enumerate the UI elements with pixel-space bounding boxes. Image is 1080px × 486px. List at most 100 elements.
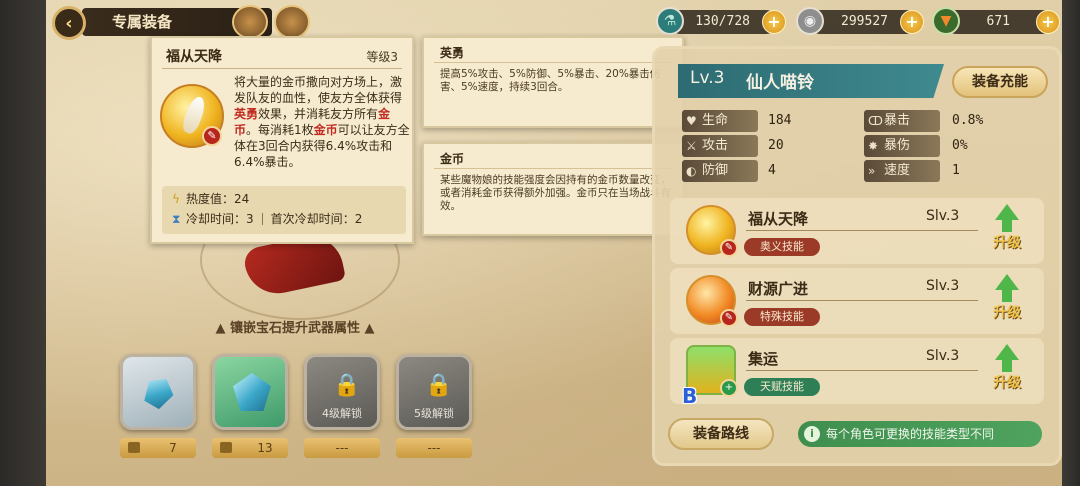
plus-badge-icon: + — [720, 379, 738, 397]
cooldown-label: 冷却时间 — [186, 212, 235, 226]
equipment-route-button[interactable]: 装备路线 — [668, 418, 774, 450]
attr-speed-value: 1 — [952, 163, 960, 178]
lock-icon: 🔒 — [333, 373, 361, 398]
ultimate-badge-icon: ✎ — [202, 126, 222, 146]
attr-crit-label: ↀ 暴击 — [864, 110, 940, 132]
divider — [746, 300, 978, 301]
back-button[interactable]: ‹ — [52, 6, 86, 40]
gem-count-value: --- — [427, 441, 441, 455]
cooldown-value: 3 — [246, 212, 254, 226]
colon: ： — [222, 192, 235, 206]
gem-count-value: 7 — [169, 441, 177, 455]
sword-icon: ⚔ — [686, 139, 697, 153]
upgrade-skill-button[interactable]: 升级 — [982, 204, 1032, 260]
hero-level: Lv.3 — [690, 68, 725, 88]
up-arrow-stem — [1002, 360, 1012, 372]
gem-count-2: 13 — [212, 438, 288, 458]
attr-label-text: 速度 — [884, 163, 911, 178]
upgrade-label: 升级 — [993, 305, 1021, 321]
first-cooldown-label: 首次冷却时间 — [270, 212, 343, 226]
crit-damage-icon: ✸ — [868, 139, 879, 153]
speed-icon: » — [868, 164, 876, 178]
gem-slot-3[interactable]: 🔒 4级解锁 — [304, 354, 380, 430]
skill-gold-feather-icon: ✎ — [160, 84, 224, 148]
keyword-gold[interactable]: 金币 — [314, 123, 338, 137]
add-silver-button[interactable]: + — [900, 10, 924, 34]
tip-text: 每个角色可更换的技能类型不同 — [826, 427, 995, 441]
up-arrow-icon — [995, 204, 1019, 220]
upgrade-skill-button[interactable]: 升级 — [982, 344, 1032, 400]
back-arrow-icon: ‹ — [65, 12, 73, 34]
keyword-text: 提高5%攻击、5%防御、5%暴击、20%暴击伤害、5%速度，持续3回合。 — [440, 68, 661, 93]
divider — [434, 62, 672, 63]
attr-def-value: 4 — [768, 163, 776, 178]
special-badge-icon: ✎ — [720, 309, 738, 327]
keyword-text: 某些魔物娘的技能强度会因持有的金币数量改变，或者消耗金币获得额外加强。金币只在当… — [440, 174, 671, 212]
upgrade-skill-button[interactable]: 升级 — [982, 274, 1032, 330]
heat-value: 24 — [234, 192, 250, 206]
equipment-charge-button[interactable]: 装备充能 — [952, 66, 1048, 98]
keyword-title: 英勇 — [440, 46, 465, 60]
divider — [434, 168, 672, 169]
skill-row-2[interactable]: ✎ 财源广进 Slv.3 特殊技能 升级 — [670, 268, 1044, 334]
skill-description: 将大量的金币撒向对方场上，激发队友的血性，使友方全体获得英勇效果，并消耗友方所有… — [234, 74, 410, 170]
skill-level: Slv.3 — [926, 348, 960, 364]
up-arrow-stem — [1002, 220, 1012, 232]
shield-icon: ◐ — [686, 164, 697, 178]
desc-text: 。每消耗1枚 — [246, 123, 314, 137]
gem-count-1: 7 — [120, 438, 196, 458]
upgrade-label: 升级 — [993, 235, 1021, 251]
skill-tooltip-title: 福从天降 — [166, 49, 222, 65]
left-border — [0, 0, 46, 486]
book-icon[interactable] — [274, 5, 310, 39]
bag-icon — [128, 442, 140, 453]
ultimate-badge-icon: ✎ — [720, 239, 738, 257]
up-arrow-icon — [995, 344, 1019, 360]
compass-icon[interactable] — [232, 5, 268, 39]
keyword-card-gold: 金币 某些魔物娘的技能强度会因持有的金币数量改变，或者消耗金币获得额外加强。金币… — [422, 142, 684, 236]
attr-critdmg-label: ✸ 暴伤 — [864, 135, 940, 157]
attr-label-text: 暴击 — [884, 113, 911, 128]
skill-row-1[interactable]: ✎ 福从天降 Slv.3 奥义技能 升级 — [670, 198, 1044, 264]
attr-label-text: 暴伤 — [884, 138, 911, 153]
gem-count-value: --- — [335, 441, 349, 455]
carrot-icon: ▼ — [932, 7, 960, 35]
colon: ： — [342, 212, 355, 226]
keyword-card-valor: 英勇 提高5%攻击、5%防御、5%暴击、20%暴击伤害、5%速度，持续3回合。 — [422, 36, 684, 128]
caret-up-icon: ▲ — [215, 321, 230, 336]
attr-critdmg-value: 0% — [952, 138, 968, 153]
add-carrot-button[interactable]: + — [1036, 10, 1060, 34]
energy-potion-icon: ⚗ — [656, 7, 684, 35]
gem-slot-1[interactable] — [120, 354, 196, 430]
gem-count-3: --- — [304, 438, 380, 458]
skill-stats-box: ϟ 热度值：24 ⧗ 冷却时间：3 首次冷却时间：2 — [162, 186, 406, 234]
hero-name: 仙人喵铃 — [746, 73, 814, 93]
fortune-face-skill-icon: ✎ — [686, 275, 738, 327]
hourglass-icon: ⧗ — [172, 212, 181, 226]
keyword-valor[interactable]: 英勇 — [234, 107, 258, 121]
gem-slot-4[interactable]: 🔒 5级解锁 — [396, 354, 472, 430]
divider — [746, 230, 978, 231]
cooldown-stat: ⧗ 冷却时间：3 首次冷却时间：2 — [172, 210, 362, 228]
gold-feather-skill-icon: ✎ — [686, 205, 738, 257]
add-energy-button[interactable]: + — [762, 10, 786, 34]
up-arrow-stem — [1002, 290, 1012, 302]
attr-def-label: ◐ 防御 — [682, 160, 758, 182]
skill-level: Slv.3 — [926, 208, 960, 224]
skill-row-3[interactable]: + B 集运 Slv.3 天赋技能 升级 — [670, 338, 1044, 408]
gem-header-text: 镶嵌宝石提升武器属性 — [229, 321, 360, 336]
skill-name: 财源广进 — [748, 280, 809, 298]
gem-slot-2[interactable] — [212, 354, 288, 430]
attr-speed-label: » 速度 — [864, 160, 940, 182]
first-cooldown-value: 2 — [354, 212, 363, 226]
carrot-value: 671 — [986, 14, 1010, 29]
attr-crit-value: 0.8% — [952, 113, 984, 128]
attr-atk-value: 20 — [768, 138, 784, 153]
lightning-icon: ϟ — [172, 192, 180, 206]
gem-shard-icon — [139, 372, 178, 412]
skill-type-tag: 天赋技能 — [744, 378, 820, 396]
attr-label-text: 攻击 — [702, 138, 729, 153]
unlock-requirement: 5级解锁 — [414, 407, 454, 420]
silver-value: 299527 — [841, 14, 888, 29]
gem-count-4: --- — [396, 438, 472, 458]
